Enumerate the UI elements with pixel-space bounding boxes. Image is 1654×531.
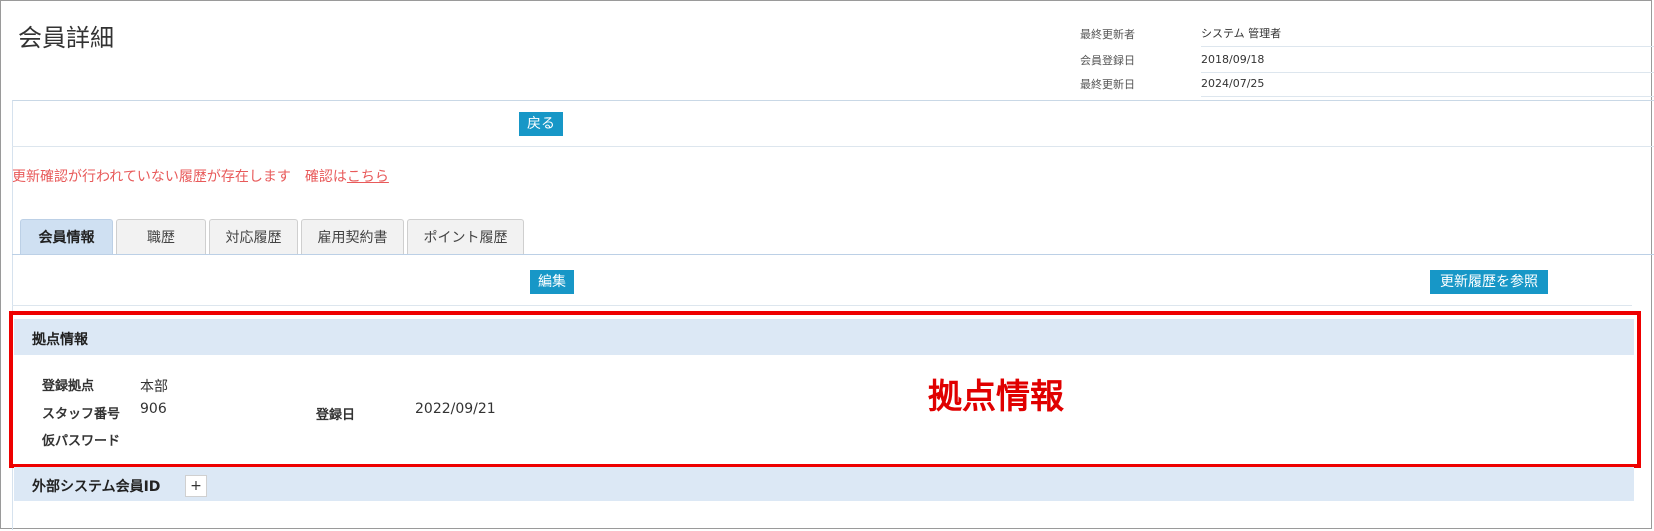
divider: [12, 305, 1632, 306]
tab-correspondence-history[interactable]: 対応履歴: [209, 219, 298, 254]
tab-career[interactable]: 職歴: [116, 219, 206, 254]
edit-button[interactable]: 編集: [530, 270, 574, 294]
annotation-highlight-box: [9, 311, 1641, 468]
back-button[interactable]: 戻る: [519, 112, 563, 136]
unconfirmed-history-notice: 更新確認が行われていない履歴が存在します 確認はこちら: [12, 166, 389, 186]
divider: [12, 146, 1654, 147]
page-title: 会員詳細: [18, 24, 114, 52]
meta-label: 最終更新日: [1080, 78, 1135, 91]
meta-value: システム 管理者: [1201, 22, 1654, 47]
tab-employment-contract[interactable]: 雇用契約書: [301, 219, 404, 254]
notice-text: 更新確認が行われていない履歴が存在します 確認は: [12, 169, 347, 185]
add-external-id-button[interactable]: +: [185, 475, 207, 497]
view-update-history-button[interactable]: 更新履歴を参照: [1430, 270, 1548, 294]
tab-underline: [12, 254, 1654, 255]
meta-value: 2018/09/18: [1201, 48, 1654, 73]
meta-row-registered: 会員登録日 2018/09/18: [1080, 48, 1654, 73]
meta-row-last-updater: 最終更新者 システム 管理者: [1080, 22, 1654, 47]
annotation-label: 拠点情報: [928, 377, 1064, 417]
meta-value: 2024/07/25: [1201, 72, 1654, 97]
section-title: 外部システム会員ID: [32, 479, 161, 495]
section-header-external-id: 外部システム会員ID: [14, 467, 1634, 501]
notice-link[interactable]: こちら: [347, 169, 389, 185]
tab-member-info[interactable]: 会員情報: [20, 219, 113, 254]
meta-label: 会員登録日: [1080, 54, 1135, 67]
meta-row-last-updated: 最終更新日 2024/07/25: [1080, 72, 1654, 97]
tab-point-history[interactable]: ポイント履歴: [407, 219, 524, 254]
meta-label: 最終更新者: [1080, 28, 1135, 41]
